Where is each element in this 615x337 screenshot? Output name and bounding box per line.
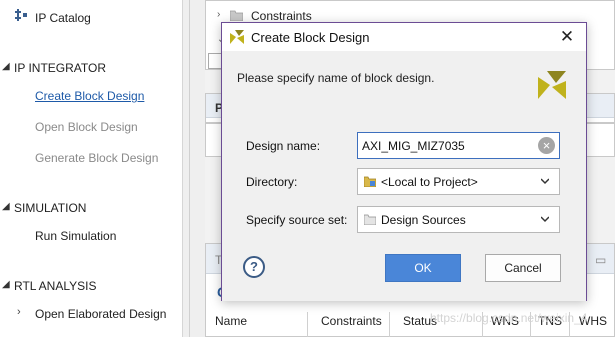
- directory-select[interactable]: <Local to Project>: [357, 168, 560, 195]
- expand-chevron-icon[interactable]: ›: [17, 306, 21, 318]
- collapse-caret-icon[interactable]: ◢: [2, 279, 10, 290]
- ip-catalog-icon: [15, 9, 27, 21]
- folder-icon: [364, 176, 376, 187]
- dialog-body: Please specify name of block design. Des…: [222, 51, 586, 301]
- section-title: SIMULATION: [14, 201, 87, 215]
- collapse-caret-icon[interactable]: ◢: [2, 201, 10, 212]
- design-name-input[interactable]: AXI_MIG_MIZ7035 ×: [357, 132, 560, 159]
- dialog-titlebar[interactable]: Create Block Design ✕: [222, 23, 586, 51]
- vivado-logo-icon: [230, 30, 244, 44]
- create-block-design-dialog: Create Block Design ✕ Please specify nam…: [221, 22, 587, 301]
- clear-icon[interactable]: ×: [538, 137, 555, 154]
- nav-open-block-design[interactable]: Open Block Design: [35, 120, 138, 134]
- directory-label: Directory:: [246, 175, 298, 189]
- help-icon: ?: [243, 256, 265, 278]
- source-set-label: Specify source set:: [246, 213, 348, 227]
- vivado-logo-icon: [538, 71, 566, 99]
- design-name-value: AXI_MIG_MIZ7035: [362, 139, 465, 153]
- expand-chevron-icon[interactable]: ›: [217, 9, 220, 20]
- nav-ip-catalog[interactable]: IP Catalog: [35, 11, 91, 25]
- nav-run-simulation[interactable]: Run Simulation: [35, 229, 116, 243]
- watermark: https://blog.csdn.net/weixin_4: [430, 311, 588, 325]
- source-set-select[interactable]: Design Sources: [357, 206, 560, 233]
- col-name[interactable]: Name: [215, 314, 247, 328]
- source-set-value: Design Sources: [381, 213, 466, 227]
- section-title: RTL ANALYSIS: [14, 279, 97, 293]
- chevron-down-icon[interactable]: [541, 177, 549, 185]
- nav-create-block-design[interactable]: Create Block Design: [35, 89, 144, 103]
- ok-button[interactable]: OK: [385, 254, 461, 282]
- nav-generate-block-design[interactable]: Generate Block Design: [35, 151, 158, 165]
- col-constraints[interactable]: Constraints: [321, 314, 382, 328]
- section-rtl-analysis[interactable]: ◢ RTL ANALYSIS: [2, 279, 97, 293]
- section-simulation[interactable]: ◢ SIMULATION: [2, 201, 87, 215]
- close-icon[interactable]: ✕: [556, 26, 578, 48]
- directory-value: <Local to Project>: [381, 175, 478, 189]
- folder-icon: [364, 214, 376, 225]
- folder-icon: [230, 10, 243, 21]
- chevron-down-icon[interactable]: [541, 215, 549, 223]
- collapse-caret-icon[interactable]: ◢: [2, 61, 10, 72]
- help-button[interactable]: ?: [243, 256, 265, 278]
- cancel-button[interactable]: Cancel: [485, 254, 561, 282]
- nav-open-elaborated-design[interactable]: Open Elaborated Design: [35, 307, 166, 321]
- flow-navigator: IP Catalog ◢ IP INTEGRATOR Create Block …: [0, 0, 183, 337]
- tree-item-constraints[interactable]: Constraints: [251, 9, 312, 23]
- dialog-title: Create Block Design: [251, 30, 370, 45]
- instruction-text: Please specify name of block design.: [237, 71, 435, 85]
- section-ip-integrator[interactable]: ◢ IP INTEGRATOR: [2, 61, 107, 75]
- restore-icon[interactable]: ▭: [595, 253, 606, 267]
- splitter[interactable]: [183, 0, 205, 337]
- design-name-label: Design name:: [246, 139, 321, 153]
- section-title: IP INTEGRATOR: [14, 61, 107, 75]
